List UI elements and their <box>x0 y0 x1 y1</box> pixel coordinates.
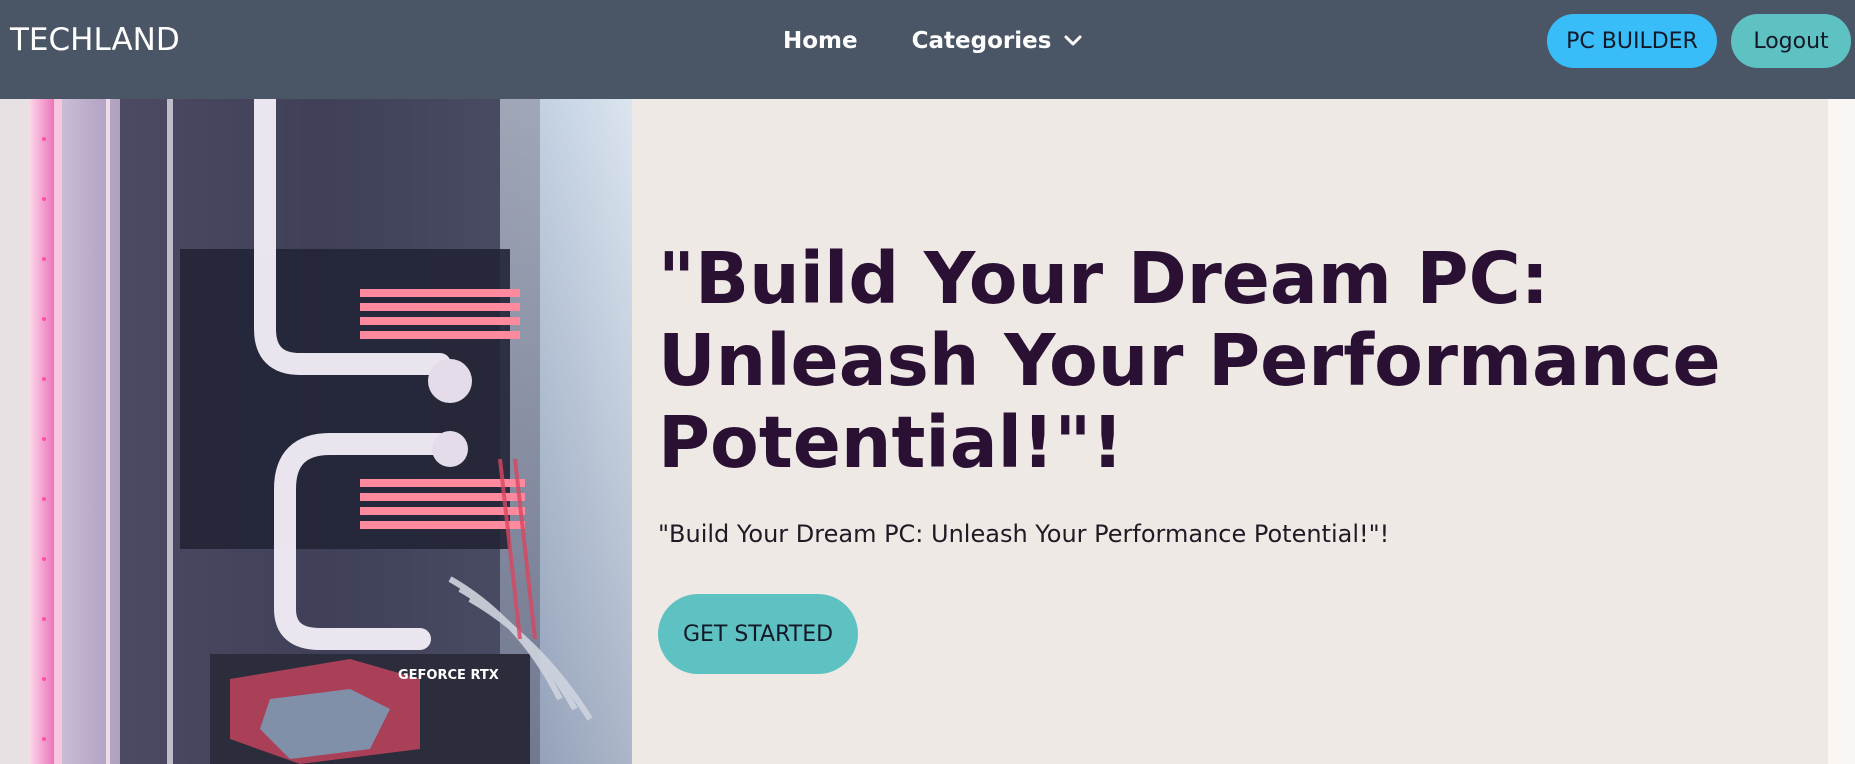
pc-builder-button[interactable]: PC BUILDER <box>1547 14 1717 68</box>
svg-text:GEFORCE RTX: GEFORCE RTX <box>398 668 499 683</box>
nav-dropdown-categories[interactable]: Categories <box>912 28 1084 54</box>
top-navbar: TECHLAND Home Categories PC BUILDER Logo… <box>0 0 1855 99</box>
hero-subtitle: "Build Your Dream PC: Unleash Your Perfo… <box>658 520 1390 548</box>
pc-build-illustration: GEFORCE RTX <box>0 99 632 764</box>
logout-button[interactable]: Logout <box>1731 14 1851 68</box>
hero-content: "Build Your Dream PC: Unleash Your Perfo… <box>658 238 1808 674</box>
nav-link-home[interactable]: Home <box>783 28 858 54</box>
brand-logo[interactable]: TECHLAND <box>10 22 180 58</box>
right-edge-gutter <box>1828 99 1855 764</box>
nav-dropdown-categories-label: Categories <box>911 28 1052 54</box>
hero-pc-image: GEFORCE RTX <box>0 99 632 764</box>
nav-links: Home Categories <box>783 28 1083 54</box>
hero-title: "Build Your Dream PC: Unleash Your Perfo… <box>658 237 1721 484</box>
hero-section: GEFORCE RTX "Build Your Dream PC: Unleas… <box>0 99 1828 764</box>
nav-link-home-label: Home <box>783 28 858 54</box>
chevron-down-icon <box>1064 35 1082 46</box>
get-started-button[interactable]: GET STARTED <box>658 594 858 674</box>
